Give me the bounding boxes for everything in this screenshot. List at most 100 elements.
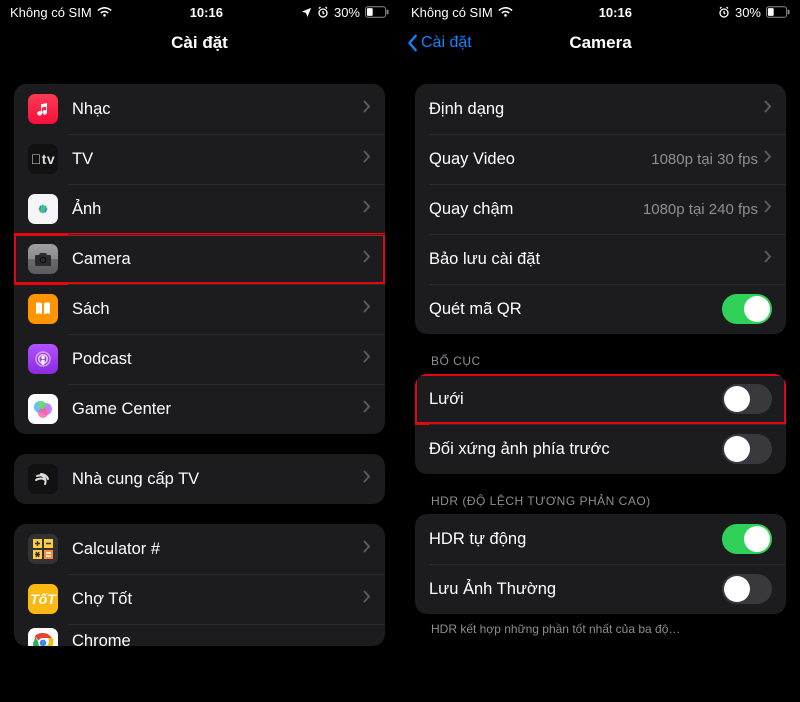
wifi-icon [97, 7, 112, 18]
row-record-video[interactable]: Quay Video 1080p tại 30 fps [415, 134, 786, 184]
toggle-keep-normal[interactable] [722, 574, 772, 604]
chevron-left-icon [407, 34, 419, 52]
row-auto-hdr[interactable]: HDR tự động [415, 514, 786, 564]
settings-group-thirdparty: Calculator # TốT Chợ Tốt Chrome [14, 524, 385, 646]
battery-percent: 30% [735, 5, 761, 20]
back-label: Cài đặt [421, 34, 472, 52]
chevron-right-icon [764, 100, 772, 118]
settings-row-label: Ảnh [72, 200, 363, 219]
settings-row-label: Chrome [72, 632, 371, 646]
row-label: Lưới [429, 390, 722, 409]
row-label: Quay chậm [429, 200, 643, 219]
settings-row-label: Sách [72, 300, 363, 319]
settings-row-label: Chợ Tốt [72, 590, 363, 609]
settings-row-chotot[interactable]: TốT Chợ Tốt [14, 574, 385, 624]
toggle-grid[interactable] [722, 384, 772, 414]
settings-row-music[interactable]: Nhạc [14, 84, 385, 134]
toggle-scan-qr[interactable] [722, 294, 772, 324]
chevron-right-icon [363, 300, 371, 318]
music-icon [28, 94, 58, 124]
alarm-icon [718, 6, 730, 18]
settings-row-label: Camera [72, 250, 363, 269]
status-bar: Không có SIM 10:16 30% [401, 0, 800, 24]
row-value: 1080p tại 240 fps [643, 201, 758, 218]
chevron-right-icon [363, 350, 371, 368]
chevron-right-icon [363, 590, 371, 608]
hdr-footer-note: HDR kết hợp những phần tốt nhất của ba đ… [415, 614, 786, 636]
chevron-right-icon [363, 200, 371, 218]
status-time: 10:16 [112, 5, 301, 20]
toggle-auto-hdr[interactable] [722, 524, 772, 554]
row-value: 1080p tại 30 fps [651, 151, 758, 168]
status-bar: Không có SIM 10:16 30% [0, 0, 399, 24]
battery-percent: 30% [334, 5, 360, 20]
settings-group-tvprovider: Nhà cung cấp TV [14, 454, 385, 504]
books-icon [28, 294, 58, 324]
chevron-right-icon [363, 150, 371, 168]
settings-row-camera[interactable]: Camera [14, 234, 385, 284]
podcast-icon [28, 344, 58, 374]
settings-row-podcast[interactable]: Podcast [14, 334, 385, 384]
nav-bar: Cài đặt [0, 24, 399, 62]
carrier-text: Không có SIM [10, 5, 92, 20]
camera-icon [28, 244, 58, 274]
calculator-icon [28, 534, 58, 564]
location-icon [301, 7, 312, 18]
chevron-right-icon [363, 470, 371, 488]
photos-icon [28, 194, 58, 224]
settings-row-gamecenter[interactable]: Game Center [14, 384, 385, 434]
row-keep-normal[interactable]: Lưu Ảnh Thường [415, 564, 786, 614]
row-label: Đối xứng ảnh phía trước [429, 440, 722, 459]
camera-group-layout: Lưới Đối xứng ảnh phía trước [415, 374, 786, 474]
settings-row-label: Nhà cung cấp TV [72, 470, 363, 489]
chevron-right-icon [363, 100, 371, 118]
chevron-right-icon [764, 200, 772, 218]
settings-row-chrome[interactable]: Chrome [14, 624, 385, 646]
tv-icon: tv [28, 144, 58, 174]
wifi-icon [498, 7, 513, 18]
chevron-right-icon [363, 400, 371, 418]
chevron-right-icon [363, 250, 371, 268]
carrier-text: Không có SIM [411, 5, 493, 20]
row-label: HDR tự động [429, 530, 722, 549]
settings-row-label: Podcast [72, 350, 363, 369]
settings-row-label: TV [72, 150, 363, 169]
settings-row-photos[interactable]: Ảnh [14, 184, 385, 234]
settings-group-apps: Nhạc tv TV Ảnh [14, 84, 385, 434]
row-scan-qr[interactable]: Quét mã QR [415, 284, 786, 334]
settings-row-label: Game Center [72, 400, 363, 419]
settings-row-label: Calculator # [72, 540, 363, 559]
row-preserve[interactable]: Bảo lưu cài đặt [415, 234, 786, 284]
settings-row-tv[interactable]: tv TV [14, 134, 385, 184]
page-title: Cài đặt [0, 33, 399, 53]
status-time: 10:16 [513, 5, 718, 20]
settings-row-tvprovider[interactable]: Nhà cung cấp TV [14, 454, 385, 504]
nav-bar: Cài đặt Camera [401, 24, 800, 62]
alarm-icon [317, 6, 329, 18]
row-grid[interactable]: Lưới [415, 374, 786, 424]
camera-group-hdr: HDR tự động Lưu Ảnh Thường [415, 514, 786, 614]
section-header-hdr: HDR (ĐỘ LỆCH TƯƠNG PHẢN CAO) [415, 474, 786, 514]
camera-settings-screen: Không có SIM 10:16 30% Cài đặt [401, 0, 800, 702]
chevron-right-icon [363, 540, 371, 558]
settings-row-books[interactable]: Sách [14, 284, 385, 334]
settings-row-calculator[interactable]: Calculator # [14, 524, 385, 574]
settings-row-label: Nhạc [72, 100, 363, 119]
row-format[interactable]: Định dạng [415, 84, 786, 134]
section-header-layout: BỐ CỤC [415, 334, 786, 374]
row-label: Quét mã QR [429, 300, 722, 319]
row-mirror-front[interactable]: Đối xứng ảnh phía trước [415, 424, 786, 474]
row-label: Bảo lưu cài đặt [429, 250, 764, 269]
chotot-icon: TốT [28, 584, 58, 614]
toggle-mirror-front[interactable] [722, 434, 772, 464]
row-label: Quay Video [429, 150, 651, 169]
row-record-slomo[interactable]: Quay chậm 1080p tại 240 fps [415, 184, 786, 234]
battery-icon [766, 6, 790, 18]
row-label: Lưu Ảnh Thường [429, 580, 722, 599]
row-label: Định dạng [429, 100, 764, 119]
gamecenter-icon [28, 394, 58, 424]
chrome-icon [28, 628, 58, 646]
chevron-right-icon [764, 250, 772, 268]
back-button[interactable]: Cài đặt [401, 34, 472, 52]
battery-icon [365, 6, 389, 18]
